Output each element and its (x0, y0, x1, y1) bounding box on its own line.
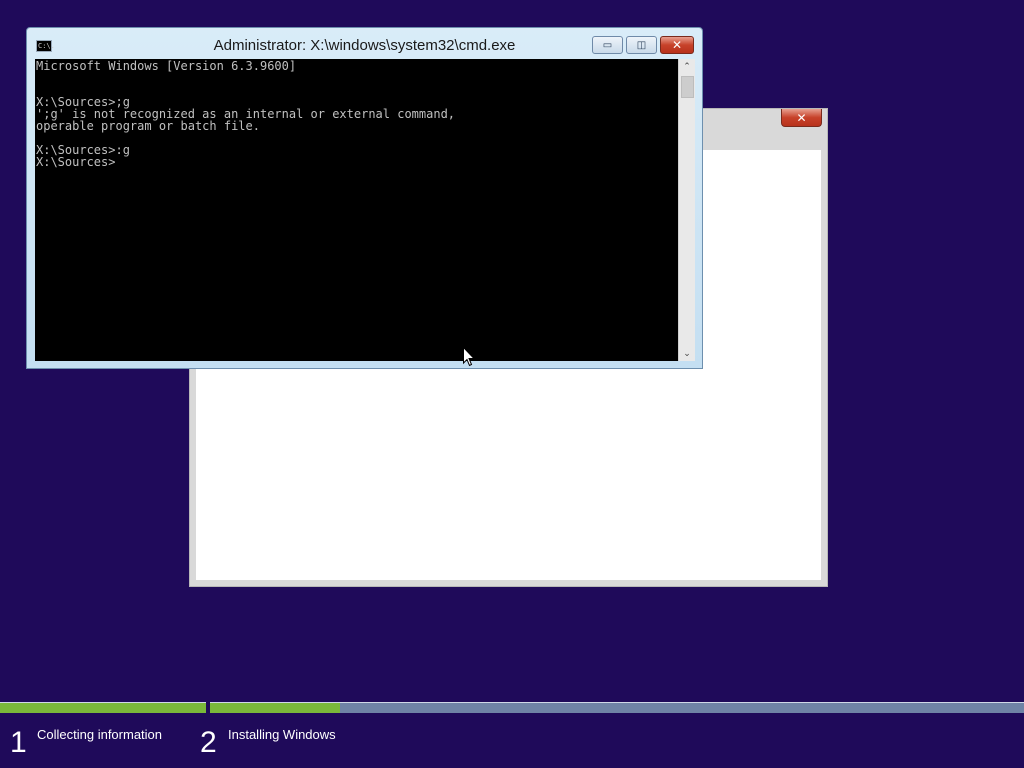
progress-fill-step-1 (0, 703, 206, 713)
close-button[interactable]: ✕ (660, 36, 694, 54)
vertical-scrollbar[interactable]: ⌃ ⌄ (678, 59, 695, 361)
scroll-thumb[interactable] (681, 76, 694, 98)
minimize-button[interactable]: ▭ (592, 36, 623, 54)
step-2-number: 2 (200, 726, 217, 759)
setup-close-button[interactable]: ✕ (781, 109, 822, 127)
progress-bar-step-2 (210, 702, 1024, 713)
scroll-down-arrow-icon[interactable]: ⌄ (679, 346, 695, 361)
console-output[interactable]: Microsoft Windows [Version 6.3.9600] X:\… (35, 59, 678, 361)
maximize-button[interactable]: ◫ (626, 36, 657, 54)
cmd-window: C:\. Administrator: X:\windows\system32\… (26, 27, 703, 369)
step-2-label: Installing Windows (228, 727, 336, 742)
mouse-pointer-icon (463, 347, 475, 367)
step-1-label: Collecting information (37, 727, 163, 742)
scroll-up-arrow-icon[interactable]: ⌃ (679, 59, 695, 74)
progress-bar-step-1 (0, 702, 206, 713)
cmd-titlebar[interactable]: C:\. Administrator: X:\windows\system32\… (27, 28, 702, 59)
progress-fill-step-2 (210, 703, 341, 713)
window-controls: ▭ ◫ ✕ (589, 36, 694, 54)
step-1-number: 1 (10, 726, 27, 759)
